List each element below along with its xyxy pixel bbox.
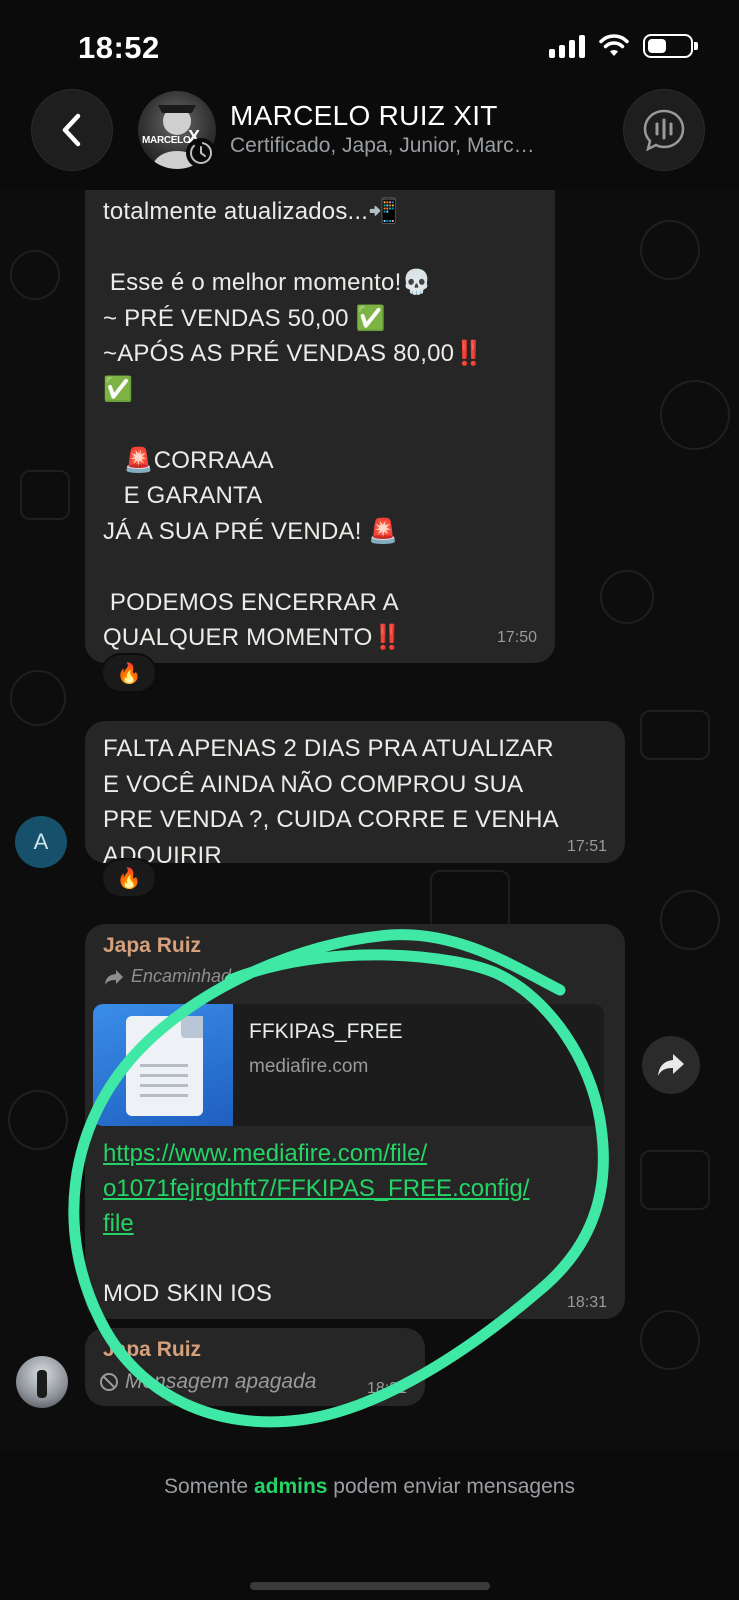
- deleted-label: Mensagem apagada: [99, 1370, 316, 1394]
- disappearing-timer-icon: [186, 138, 216, 168]
- link-preview-title: FFKIPAS_FREE: [249, 1020, 403, 1043]
- status-time: 18:52: [78, 30, 160, 65]
- chat-area[interactable]: totalmente atualizados...📲 Esse é o melh…: [0, 190, 739, 1450]
- document-icon: [126, 1016, 203, 1116]
- forwarded-link-message[interactable]: Japa Ruiz Encaminhada FFKIPAS_FREE media…: [85, 924, 625, 1319]
- fire-emoji: 🔥: [116, 662, 142, 685]
- wallpaper-doodle: [430, 870, 510, 930]
- group-title[interactable]: MARCELO RUIZ XIT: [230, 100, 498, 132]
- forwarded-label: Encaminhada: [103, 966, 241, 987]
- wallpaper-doodle: [20, 470, 70, 520]
- link-thumbnail: [93, 1004, 233, 1126]
- message-text: totalmente atualizados...📲 Esse é o melh…: [103, 198, 485, 651]
- sender-name[interactable]: Japa Ruiz: [103, 1338, 201, 1362]
- fire-emoji: 🔥: [116, 867, 142, 890]
- message-time: 18:31: [366, 1380, 407, 1397]
- link-preview-domain: mediafire.com: [249, 1056, 369, 1077]
- wifi-icon: [599, 34, 629, 56]
- wallpaper-doodle: [640, 1150, 710, 1210]
- deleted-text: Mensagem apagada: [125, 1370, 317, 1393]
- deleted-message[interactable]: Japa Ruiz Mensagem apagada 18:31: [85, 1328, 425, 1406]
- message-time: 17:51: [566, 838, 607, 855]
- admins-only-notice: Somente admins podem enviar mensagens: [0, 1475, 739, 1499]
- message-bubble[interactable]: FALTA APENAS 2 DIAS PRA ATUALIZAR E VOCÊ…: [85, 721, 625, 869]
- voice-chat-button[interactable]: [623, 89, 705, 171]
- share-arrow-icon: [658, 1054, 684, 1076]
- notice-admins: admins: [253, 1475, 328, 1498]
- wallpaper-doodle: [640, 220, 700, 280]
- chat-header: MARCELO X MARCELO RUIZ XIT Certificado, …: [0, 86, 739, 190]
- composer-restricted-bar: Somente admins podem enviar mensagens: [0, 1450, 739, 1600]
- wallpaper-doodle: [640, 710, 710, 760]
- message-link[interactable]: https://www.mediafire.com/file/ o1071fej…: [103, 1136, 529, 1241]
- avatar-logo-text: MARCELO: [142, 135, 191, 146]
- status-bar: 18:52: [0, 0, 739, 86]
- forward-arrow-icon: [105, 969, 123, 985]
- message-text: FALTA APENAS 2 DIAS PRA ATUALIZAR E VOCÊ…: [103, 735, 559, 869]
- chevron-left-icon: [62, 113, 81, 147]
- sender-name[interactable]: Japa Ruiz: [103, 934, 201, 958]
- wallpaper-doodle: [8, 1090, 68, 1150]
- wallpaper-doodle: [10, 670, 66, 726]
- status-icons: [549, 34, 698, 58]
- message-bubble[interactable]: totalmente atualizados...📲 Esse é o melh…: [85, 190, 555, 663]
- wallpaper-doodle: [660, 890, 720, 950]
- wallpaper-doodle: [600, 570, 654, 624]
- share-button[interactable]: [642, 1036, 700, 1094]
- battery-icon: [643, 34, 698, 58]
- message-reaction[interactable]: 🔥: [101, 653, 157, 693]
- message-reaction[interactable]: 🔥: [101, 858, 157, 898]
- message-caption: MOD SKIN IOS: [103, 1280, 273, 1307]
- home-indicator[interactable]: [250, 1582, 490, 1590]
- back-button[interactable]: [31, 89, 113, 171]
- forwarded-text: Encaminhada: [131, 966, 242, 986]
- notice-prefix: Somente: [164, 1475, 254, 1498]
- notice-suffix: podem enviar mensagens: [327, 1475, 575, 1498]
- sender-avatar[interactable]: A: [15, 816, 67, 868]
- group-members[interactable]: Certificado, Japa, Junior, Marc…: [230, 134, 535, 158]
- message-time: 18:31: [566, 1294, 607, 1311]
- sender-avatar-photo[interactable]: [16, 1356, 68, 1408]
- cellular-signal-icon: [549, 34, 585, 58]
- audio-waveform-icon: [643, 109, 685, 152]
- link-line[interactable]: o1071fejrgdhft7/FFKIPAS_FREE.config/: [103, 1171, 529, 1206]
- link-line[interactable]: https://www.mediafire.com/file/: [103, 1136, 529, 1171]
- prohibited-icon: [100, 1373, 118, 1391]
- link-preview-card[interactable]: FFKIPAS_FREE mediafire.com: [93, 1004, 604, 1126]
- wallpaper-doodle: [10, 250, 60, 300]
- wallpaper-doodle: [640, 1310, 700, 1370]
- message-time: 17:50: [496, 629, 537, 646]
- wallpaper-doodle: [660, 380, 730, 450]
- link-line[interactable]: file: [103, 1206, 529, 1241]
